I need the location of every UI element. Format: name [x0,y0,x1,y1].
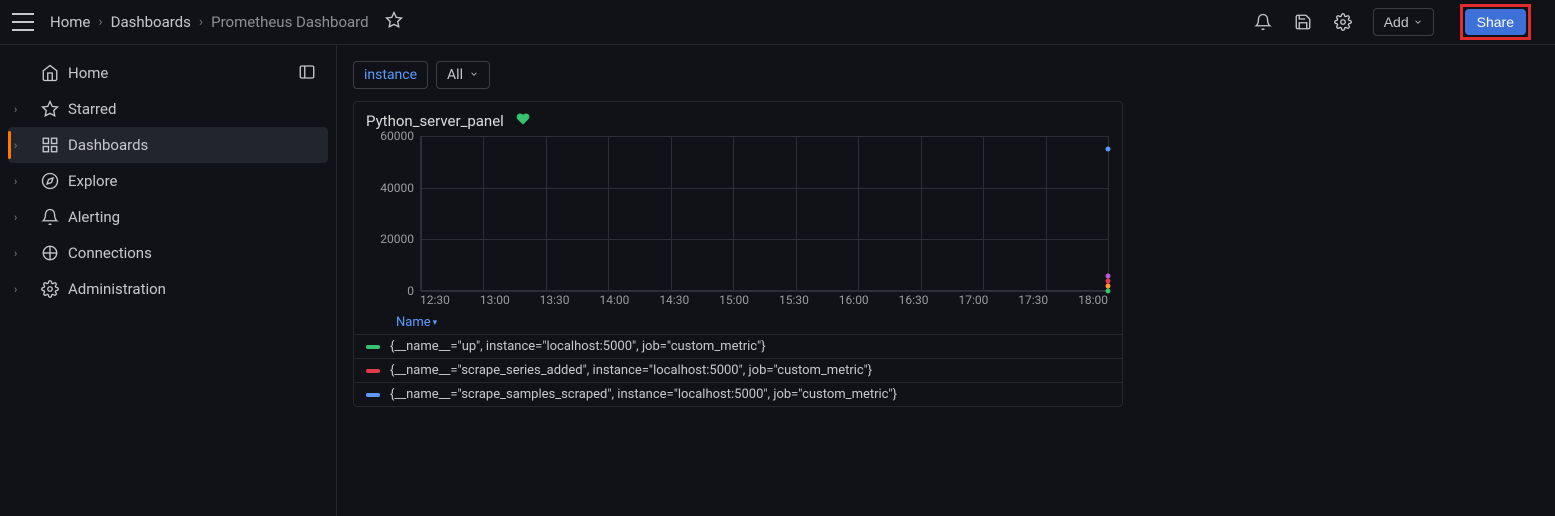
legend-header-label: Name [396,315,431,330]
chevron-right-icon: › [14,247,26,260]
heart-icon [516,112,530,130]
plug-icon [40,244,60,262]
y-tick-label: 0 [364,284,414,298]
legend-label: {__name__="up", instance="localhost:5000… [390,339,766,354]
sidebar-item-connections[interactable]: › Connections [0,235,336,271]
breadcrumb-current: Prometheus Dashboard [211,13,368,31]
x-tick-label: 13:30 [540,293,570,311]
topbar: Home › Dashboards › Prometheus Dashboard… [0,0,1555,45]
sidebar-item-label: Alerting [68,208,120,226]
legend-swatch [366,393,380,397]
variable-all-label: All [447,67,463,83]
add-button[interactable]: Add [1373,8,1434,36]
x-tick-label: 16:30 [899,293,929,311]
chevron-down-icon [469,67,479,83]
chart[interactable]: 0200004000060000 12:3013:0013:3014:0014:… [364,136,1112,311]
x-tick-label: 14:30 [659,293,689,311]
legend-label: {__name__="scrape_samples_scraped", inst… [390,387,897,402]
chevron-right-icon: › [14,283,26,296]
x-tick-label: 15:30 [779,293,809,311]
legend-header: Name ▾ [354,311,1122,334]
variable-row: instance All [353,61,1539,89]
breadcrumb-dashboards[interactable]: Dashboards [111,13,191,31]
x-tick-label: 13:00 [480,293,510,311]
variable-all[interactable]: All [436,61,490,89]
data-point [1106,283,1111,288]
dashboards-icon [40,136,60,154]
gear-icon [40,280,60,298]
x-tick-label: 16:00 [839,293,869,311]
bell-icon [40,208,60,226]
x-tick-label: 12:30 [420,293,450,311]
topbar-actions: Add Share [1253,4,1531,40]
sidebar-collapse-icon[interactable] [298,63,318,83]
chevron-right-icon: › [14,103,26,116]
x-tick-label: 18:00 [1078,293,1108,311]
chevron-right-icon: › [14,175,26,188]
notifications-icon[interactable] [1253,12,1273,32]
data-point [1106,146,1111,151]
panel: Python_server_panel 0 20000 40000 60000 12:… [353,101,1123,407]
sidebar-item-administration[interactable]: › Administration [0,271,336,307]
sidebar-item-explore[interactable]: › Explore [0,163,336,199]
sidebar-item-alerting[interactable]: › Alerting [0,199,336,235]
legend-label: {__name__="scrape_series_added", instanc… [390,363,872,378]
home-icon [40,64,60,82]
settings-icon[interactable] [1333,12,1353,32]
add-button-label: Add [1384,14,1409,30]
menu-toggle-button[interactable] [12,11,34,33]
chevron-down-icon: ▾ [433,318,438,328]
share-button[interactable]: Share [1465,9,1526,35]
legend-sort-name[interactable]: Name ▾ [396,315,437,330]
compass-icon [40,172,60,190]
sidebar-item-home[interactable]: › Home [0,55,122,91]
x-tick-label: 14:00 [599,293,629,311]
x-tick-label: 17:30 [1018,293,1048,311]
x-tick-label: 15:00 [719,293,749,311]
legend-swatch [366,369,380,373]
legend-row[interactable]: {__name__="up", instance="localhost:5000… [354,334,1122,358]
sidebar-item-label: Starred [68,100,116,118]
breadcrumb-home[interactable]: Home [50,13,90,31]
sidebar-item-label: Administration [68,280,166,298]
sidebar-item-starred[interactable]: › Starred [0,91,336,127]
sidebar-item-label: Home [68,64,108,82]
chevron-down-icon [1413,14,1423,30]
save-icon[interactable] [1293,12,1313,32]
sidebar: › Home › Starred › Dashboards [0,45,337,516]
breadcrumb: Home › Dashboards › Prometheus Dashboard [50,13,369,31]
data-point [1106,273,1111,278]
star-icon[interactable] [385,11,403,33]
sidebar-item-label: Dashboards [68,136,148,154]
panel-header: Python_server_panel [354,112,1122,136]
panel-title: Python_server_panel [366,112,504,130]
star-icon [40,100,60,118]
legend-swatch [366,345,380,349]
content-area: instance All Python_server_panel 0 20000 4… [337,45,1555,516]
legend-row[interactable]: {__name__="scrape_samples_scraped", inst… [354,382,1122,406]
y-tick-label: 60000 [364,129,414,143]
sidebar-item-dashboards[interactable]: › Dashboards [8,127,328,163]
chevron-right-icon: › [14,139,26,152]
y-tick-label: 20000 [364,232,414,246]
breadcrumb-sep: › [199,14,203,30]
breadcrumb-sep: › [98,14,102,30]
legend-row[interactable]: {__name__="scrape_series_added", instanc… [354,358,1122,382]
share-highlight: Share [1460,4,1531,40]
sidebar-item-label: Connections [68,244,152,262]
sidebar-item-label: Explore [68,172,118,190]
variable-instance[interactable]: instance [353,61,428,89]
chevron-right-icon: › [14,211,26,224]
y-tick-label: 40000 [364,181,414,195]
legend: {__name__="up", instance="localhost:5000… [354,334,1122,406]
x-tick-label: 17:00 [958,293,988,311]
